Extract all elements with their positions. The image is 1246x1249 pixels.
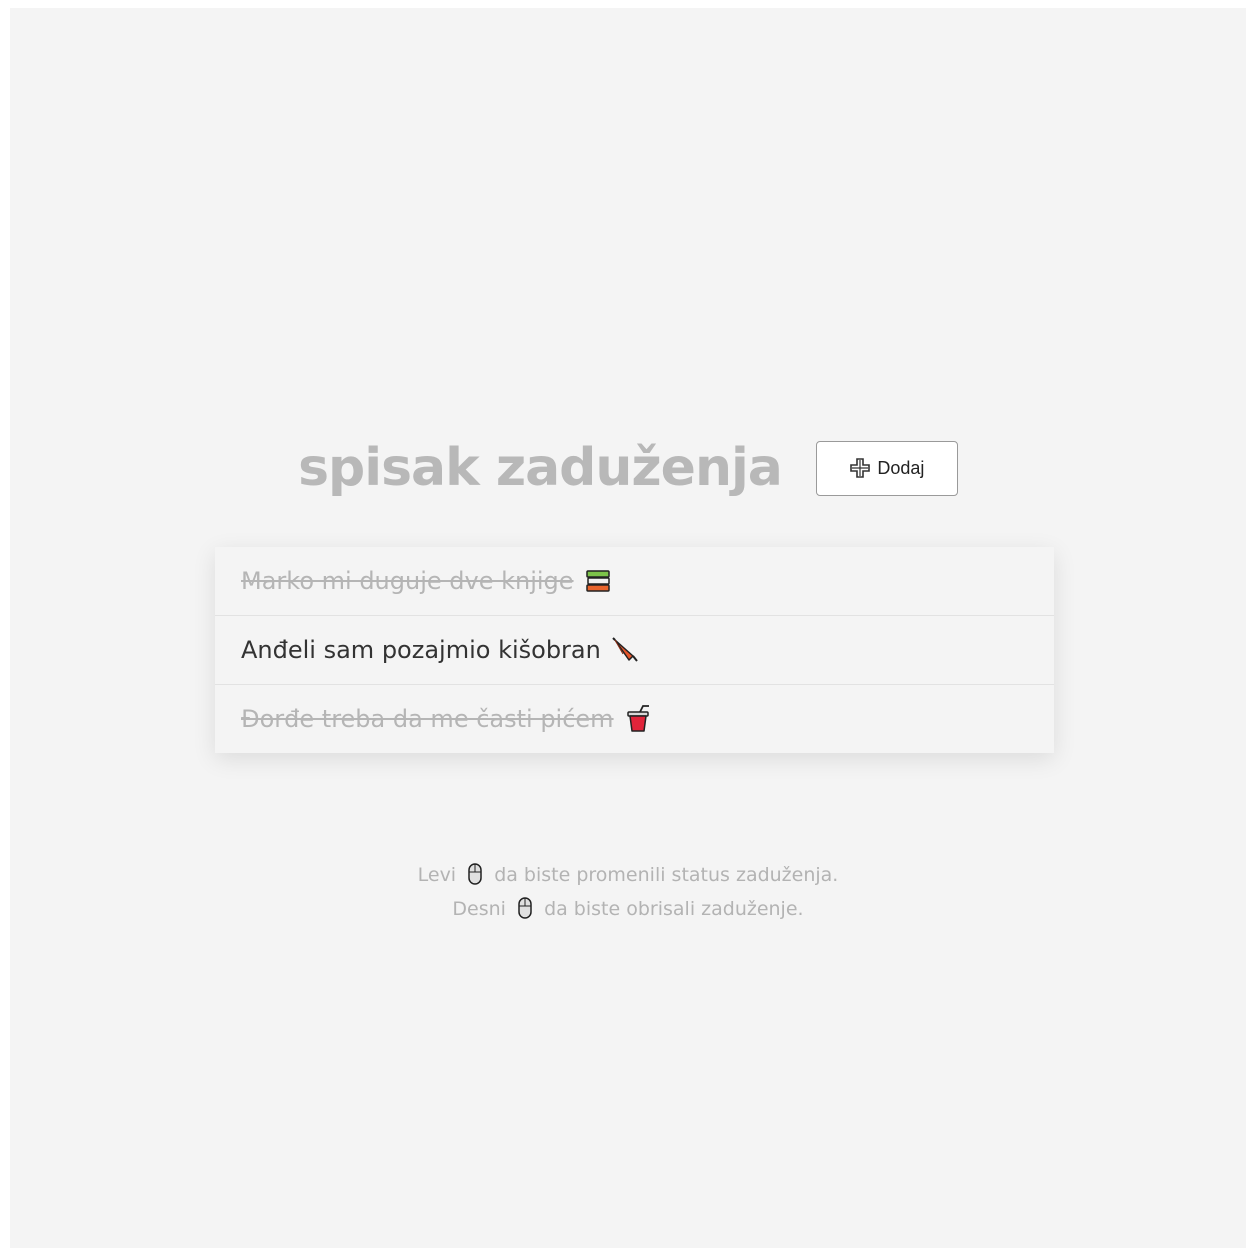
add-button-label: Dodaj [877,457,925,478]
header: spisak zaduženja Dodaj [10,438,1246,498]
hint-left-click: Levi da biste promenili status zaduženja… [417,862,839,886]
usage-hints: Levi da biste promenili status zaduženja… [10,858,1246,926]
list-item-text: Marko mi duguje dve knjige [241,567,574,595]
books-icon [584,567,612,595]
debt-list: Marko mi duguje dve knjige Anđeli sam po… [215,547,1054,753]
umbrella-icon [611,636,639,664]
list-item[interactable]: Đorđe treba da me časti pićem [215,685,1054,753]
drink-cup-icon [624,705,652,733]
mouse-icon [518,896,532,919]
plus-icon [849,457,871,479]
list-item-text: Đorđe treba da me časti pićem [241,705,614,733]
list-item-text: Anđeli sam pozajmio kišobran [241,636,601,664]
mouse-icon [468,862,482,885]
list-item[interactable]: Marko mi duguje dve knjige [215,547,1054,616]
page-title: spisak zaduženja [298,438,783,498]
hint-right-click: Desni da biste obrisali zaduženje. [452,896,804,920]
list-item[interactable]: Anđeli sam pozajmio kišobran [215,616,1054,685]
add-button[interactable]: Dodaj [815,440,958,496]
page-background: spisak zaduženja Dodaj Marko mi duguje d… [10,8,1246,1248]
